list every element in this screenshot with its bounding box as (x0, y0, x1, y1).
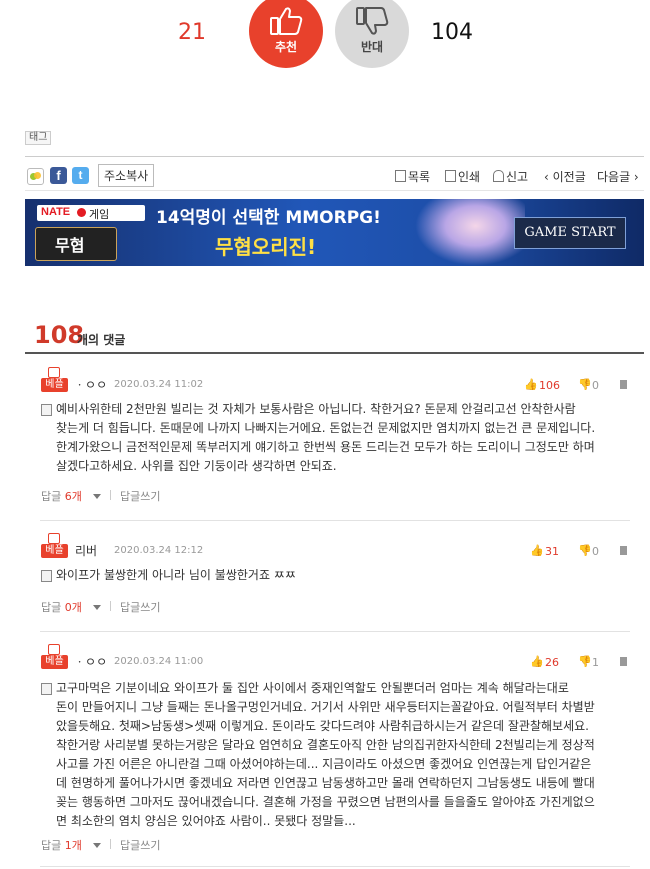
separator (110, 490, 111, 500)
comment-body: 고구마먹은 기분이네요 와이프가 둘 집안 사이에서 중재인역할도 안될뿐더러 … (56, 681, 595, 828)
best-thumb-icon (48, 644, 60, 655)
comment-upvote-icon[interactable]: 👍 (530, 544, 544, 557)
comment-divider (40, 520, 630, 521)
twitter-share-icon[interactable]: t (72, 167, 89, 184)
chevron-down-icon[interactable] (93, 494, 101, 499)
chevron-down-icon[interactable] (93, 843, 101, 848)
comment-upvote-icon[interactable]: 👍 (524, 378, 538, 391)
comment-upvote-count: 26 (545, 656, 559, 669)
game-start-button[interactable]: GAME START (514, 217, 626, 249)
tag-label: 태그 (25, 131, 52, 145)
game-ad-banner[interactable]: NATE 게임 무협 14억명이 선택한 MMORPG! 무협오리진! GAME… (25, 199, 644, 266)
banner-game-label: 게임 (89, 208, 110, 221)
thumbs-up-icon (270, 7, 303, 35)
print-icon (445, 170, 456, 182)
banner-character-image (415, 199, 525, 266)
comment-downvote-count: 0 (592, 379, 599, 392)
write-reply-link[interactable]: 답글쓰기 (120, 488, 160, 504)
comment-upvote-icon[interactable]: 👍 (530, 655, 544, 668)
banner-headline: 14억명이 선택한 MMORPG! (156, 208, 381, 228)
comment-report-icon[interactable] (620, 657, 627, 666)
banner-title: 무협오리진! (215, 235, 317, 259)
copy-url-button[interactable]: 주소복사 (98, 164, 155, 187)
comment-date: 2020.03.24 11:02 (114, 379, 204, 390)
comment-downvote-count: 1 (592, 656, 599, 669)
cyworld-share-icon[interactable] (27, 168, 44, 185)
comment-date: 2020.03.24 12:12 (114, 545, 204, 556)
comment-downvote-icon[interactable]: 👎 (578, 378, 592, 391)
comment-body: 와이프가 불쌍한게 아니라 님이 불쌍한거죠 ㅉㅉ (56, 568, 296, 582)
comment-divider (40, 631, 630, 632)
separator (110, 839, 111, 849)
comment-report-icon[interactable] (620, 546, 627, 555)
print-link[interactable]: 인쇄 (445, 168, 480, 185)
divider (25, 156, 644, 157)
report-siren-icon (493, 170, 504, 182)
comment-downvote-icon[interactable]: 👎 (578, 655, 592, 668)
reply-toggle[interactable]: 답글 0개 (41, 599, 82, 615)
comment-text-icon (41, 570, 52, 582)
nate-logo: NATE (41, 206, 71, 218)
upvote-count: 21 (178, 20, 206, 45)
downvote-label: 반대 (360, 40, 384, 54)
comment-text-icon (41, 404, 52, 416)
comment-downvote-count: 0 (592, 545, 599, 558)
comment-body: 예비사위한테 2천만원 빌리는 것 자체가 보통사람은 아닙니다. 착한거요? … (56, 402, 596, 473)
comment-divider (40, 866, 630, 867)
thumbs-down-icon (356, 7, 389, 35)
upvote-button[interactable]: 추천 (249, 0, 323, 68)
comment-downvote-icon[interactable]: 👎 (578, 544, 592, 557)
upvote-label: 추천 (274, 40, 298, 54)
comment-upvote-count: 106 (539, 379, 560, 392)
best-badge: 베플 (41, 378, 68, 392)
list-icon (395, 170, 406, 182)
comment-report-icon[interactable] (620, 380, 627, 389)
comment-author[interactable]: ㆍㅇㅇ (74, 653, 107, 670)
best-badge: 베플 (41, 544, 68, 558)
list-link[interactable]: 목록 (395, 168, 430, 185)
reply-toggle[interactable]: 답글 6개 (41, 488, 82, 504)
chevron-down-icon[interactable] (93, 605, 101, 610)
best-badge: 베플 (41, 655, 68, 669)
comment-author[interactable]: 리버 (75, 542, 97, 559)
prev-post-link[interactable]: ‹ 이전글 (544, 168, 586, 185)
game-logo-text: 무협 (55, 236, 85, 255)
report-link[interactable]: 신고 (493, 168, 528, 185)
write-reply-link[interactable]: 답글쓰기 (120, 599, 160, 615)
divider (25, 190, 644, 191)
best-thumb-icon (48, 367, 60, 378)
best-thumb-icon (48, 533, 60, 544)
nate-logo-icon (77, 208, 86, 217)
comments-top-divider (25, 352, 644, 354)
write-reply-link[interactable]: 답글쓰기 (120, 837, 160, 853)
facebook-share-icon[interactable]: f (50, 167, 67, 184)
next-post-link[interactable]: 다음글 › (597, 168, 639, 185)
comment-author[interactable]: ㆍㅇㅇ (74, 376, 107, 393)
comment-text-icon (41, 683, 52, 695)
comment-date: 2020.03.24 11:00 (114, 656, 204, 667)
downvote-button[interactable]: 반대 (335, 0, 409, 68)
comment-upvote-count: 31 (545, 545, 559, 558)
comment-count-label: 개의 댓글 (77, 333, 126, 347)
downvote-count: 104 (431, 20, 473, 45)
separator (110, 601, 111, 611)
reply-toggle[interactable]: 답글 1개 (41, 837, 82, 853)
